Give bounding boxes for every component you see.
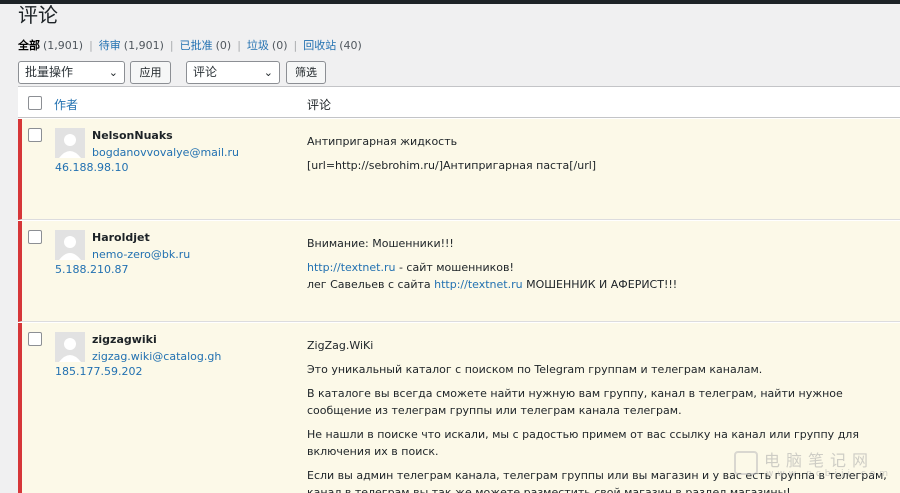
watermark-text: 电脑笔记网: [764, 451, 875, 470]
comment-link[interactable]: http://textnet.ru: [434, 278, 522, 291]
author-email-link[interactable]: nemo-zero@bk.ru: [92, 248, 190, 261]
author-name: NelsonNuaks: [92, 129, 173, 142]
comment-type-select[interactable]: 评论 ⌄: [186, 61, 280, 84]
filter-trash[interactable]: 回收站: [303, 39, 336, 52]
comment-paragraph: лег Савельев с сайта http://textnet.ru М…: [307, 278, 678, 291]
admin-top-bar: [0, 0, 900, 4]
watermark-url: www.pcbiji.com: [766, 469, 893, 479]
author-email-link[interactable]: zigzag.wiki@catalog.gh: [92, 350, 221, 363]
page-title: 评论: [18, 3, 58, 27]
column-author-header[interactable]: 作者: [54, 96, 78, 113]
chevron-down-icon: ⌄: [263, 66, 273, 79]
comment-paragraph: ZigZag.WiKi: [307, 339, 374, 352]
filter-button[interactable]: 筛选: [286, 61, 326, 84]
row-checkbox[interactable]: [28, 230, 42, 244]
comment-text: Антипригарная жидкость [url=http://sebro…: [307, 133, 900, 181]
filter-all[interactable]: 全部 (1,901): [18, 39, 83, 52]
comment-row: Haroldjet nemo-zero@bk.ru 5.188.210.87 В…: [18, 221, 900, 322]
comments-table: 作者 评论 NelsonNuaks bogdanovvovalye@mail.r…: [18, 86, 900, 493]
filter-pending[interactable]: 待审: [99, 39, 121, 52]
author-email-link[interactable]: bogdanovvovalye@mail.ru: [92, 146, 239, 159]
column-comment-header: 评论: [307, 98, 332, 112]
filter-spam[interactable]: 垃圾: [247, 39, 269, 52]
avatar: [55, 332, 85, 362]
status-filter-links: 全部 (1,901) | 待审 (1,901) | 已批准 (0) | 垃圾 (0) | 回收站 (40): [18, 39, 362, 52]
watermark-logo-icon: [734, 451, 758, 475]
row-checkbox[interactable]: [28, 332, 42, 346]
row-checkbox[interactable]: [28, 128, 42, 142]
comment-paragraph: В каталоге вы всегда сможете найти нужну…: [307, 387, 843, 417]
bulk-action-select[interactable]: 批量操作 ⌄: [18, 61, 125, 84]
author-ip-link[interactable]: 46.188.98.10: [55, 161, 128, 174]
chevron-down-icon: ⌄: [108, 66, 118, 79]
author-name: Haroldjet: [92, 231, 150, 244]
comment-paragraph: [url=http://sebrohim.ru/]Антипригарная п…: [307, 159, 597, 172]
filter-separator: |: [237, 39, 241, 52]
filter-approved[interactable]: 已批准: [180, 39, 213, 52]
filter-separator: |: [169, 39, 174, 52]
select-all-checkbox[interactable]: [28, 96, 42, 110]
comment-link[interactable]: http://textnet.ru: [307, 261, 395, 274]
watermark: 电脑笔记网 www.pcbiji.com: [734, 447, 894, 487]
filter-separator: |: [89, 39, 93, 52]
comment-paragraph: Это уникальный каталог с поиском по Tele…: [307, 363, 763, 376]
author-ip-link[interactable]: 185.177.59.202: [55, 365, 142, 378]
apply-button[interactable]: 应用: [130, 61, 171, 84]
comment-paragraph: Внимание: Мошенники!!!: [307, 237, 454, 250]
author-name: zigzagwiki: [92, 333, 157, 346]
comment-paragraph: http://textnet.ru - сайт мошенников!: [307, 261, 514, 274]
comment-text: Внимание: Мошенники!!! http://textnet.ru…: [307, 235, 900, 300]
comment-row: NelsonNuaks bogdanovvovalye@mail.ru 46.1…: [18, 119, 900, 220]
avatar: [55, 128, 85, 158]
filter-separator: |: [293, 39, 298, 52]
avatar: [55, 230, 85, 260]
author-ip-link[interactable]: 5.188.210.87: [55, 263, 128, 276]
comment-paragraph: Антипригарная жидкость: [307, 135, 458, 148]
table-header: 作者 评论: [18, 87, 900, 118]
